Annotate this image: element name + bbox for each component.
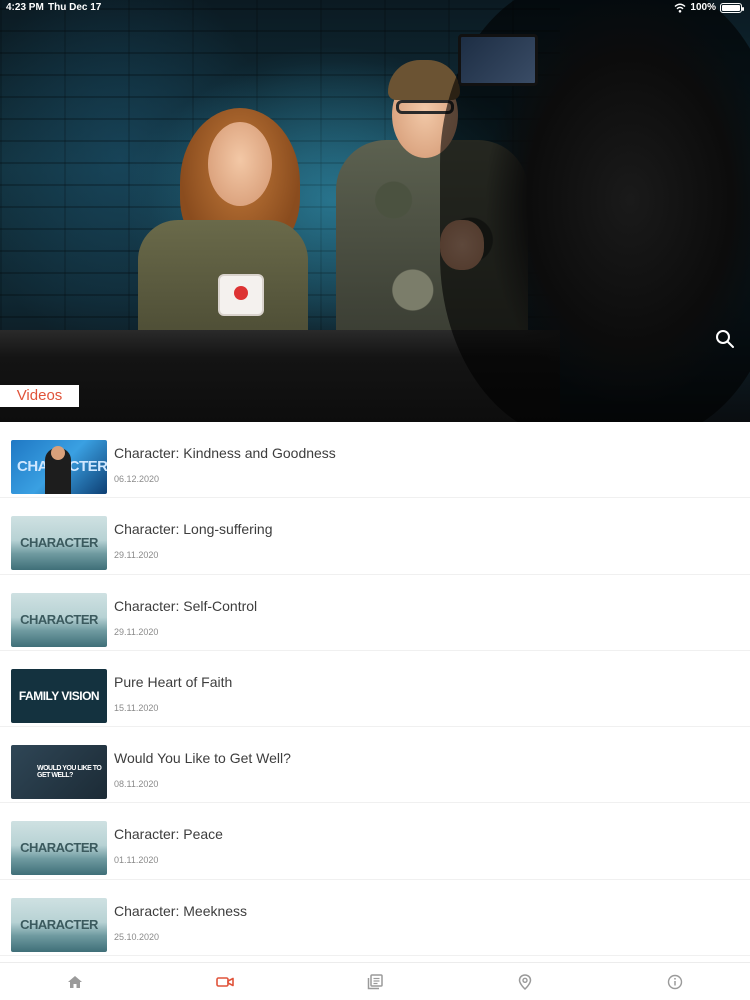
video-list-item[interactable]: CHARACTER Character: Meekness 25.10.2020 bbox=[0, 880, 750, 957]
search-button[interactable] bbox=[714, 328, 736, 350]
library-icon bbox=[367, 973, 383, 989]
camera-monitor bbox=[458, 34, 538, 86]
video-date: 08.11.2020 bbox=[114, 779, 159, 790]
hero-banner: Videos bbox=[0, 0, 750, 422]
video-camera-icon bbox=[216, 976, 234, 987]
video-date: 29.11.2020 bbox=[114, 550, 159, 561]
video-thumbnail: CHARACTER bbox=[11, 440, 107, 494]
thumbnail-title: FAMILY VISION bbox=[18, 688, 100, 703]
video-title: Character: Meekness bbox=[114, 902, 248, 919]
video-date: 29.11.2020 bbox=[114, 626, 159, 637]
status-bar: 4:23 PM Thu Dec 17 100% bbox=[0, 0, 750, 16]
video-list[interactable]: CHARACTER Character: Kindness and Goodne… bbox=[0, 422, 750, 962]
home-icon bbox=[68, 975, 82, 988]
battery-icon bbox=[720, 2, 744, 13]
video-date: 25.10.2020 bbox=[114, 931, 160, 942]
status-date: Thu Dec 17 bbox=[48, 2, 102, 13]
thumbnail-title: CHARACTER bbox=[20, 916, 98, 932]
location-pin-icon bbox=[518, 973, 532, 990]
thumbnail-title: WOULD YOU LIKE TO GET WELL? bbox=[37, 765, 102, 780]
video-list-item[interactable]: CHARACTER Character: Self-Control 29.11.… bbox=[0, 575, 750, 651]
mug-heart bbox=[234, 286, 248, 300]
video-list-item[interactable]: WOULD YOU LIKE TO GET WELL? Would You Li… bbox=[0, 727, 750, 804]
video-title: Character: Peace bbox=[114, 826, 223, 843]
video-thumbnail: CHARACTER bbox=[11, 516, 107, 571]
video-date: 06.12.2020 bbox=[114, 474, 160, 484]
video-thumbnail: CHARACTER bbox=[11, 592, 107, 647]
video-title: Character: Kindness and Goodness bbox=[114, 445, 336, 461]
video-list-item[interactable]: CHARACTER Character: Long-suffering 29.1… bbox=[0, 498, 750, 575]
video-thumbnail: CHARACTER bbox=[11, 897, 107, 952]
video-title: Would You Like to Get Well? bbox=[114, 750, 291, 767]
section-title-videos: Videos bbox=[0, 385, 79, 407]
video-title: Character: Long-suffering bbox=[114, 521, 273, 538]
video-thumbnail: CHARACTER bbox=[11, 821, 107, 876]
battery-percentage: 100% bbox=[690, 2, 716, 13]
thumbnail-title: CHARACTER bbox=[20, 840, 98, 856]
presenter-head bbox=[51, 446, 65, 460]
status-time: 4:23 PM bbox=[6, 2, 44, 13]
video-thumbnail: WOULD YOU LIKE TO GET WELL? bbox=[11, 745, 107, 800]
tab-videos[interactable] bbox=[150, 963, 300, 1000]
tab-info[interactable] bbox=[600, 963, 750, 1000]
video-list-item[interactable]: CHARACTER Character: Kindness and Goodne… bbox=[0, 422, 750, 499]
video-title: Pure Heart of Faith bbox=[114, 673, 233, 690]
host-woman-face bbox=[208, 122, 272, 206]
video-list-item[interactable]: FAMILY VISION Pure Heart of Faith 15.11.… bbox=[0, 651, 750, 728]
video-thumbnail: FAMILY VISION bbox=[11, 668, 107, 723]
wifi-icon bbox=[674, 3, 686, 13]
search-icon bbox=[716, 330, 734, 348]
tab-locations[interactable] bbox=[450, 963, 600, 1000]
video-title: Character: Self-Control bbox=[114, 597, 258, 614]
thumbnail-title: CHARACTER bbox=[20, 535, 98, 551]
video-list-item[interactable]: CHARACTER Character: Peace 01.11.2020 bbox=[0, 803, 750, 880]
thumbnail-title: CHARACTER bbox=[20, 611, 98, 627]
tab-library[interactable] bbox=[300, 963, 450, 1000]
tab-home[interactable] bbox=[0, 963, 150, 1000]
status-indicators: 100% bbox=[674, 2, 744, 13]
tab-bar bbox=[0, 962, 750, 1000]
video-date: 15.11.2020 bbox=[114, 702, 159, 713]
battery-fill bbox=[722, 4, 740, 11]
video-date: 01.11.2020 bbox=[114, 855, 159, 866]
info-icon bbox=[667, 974, 683, 989]
